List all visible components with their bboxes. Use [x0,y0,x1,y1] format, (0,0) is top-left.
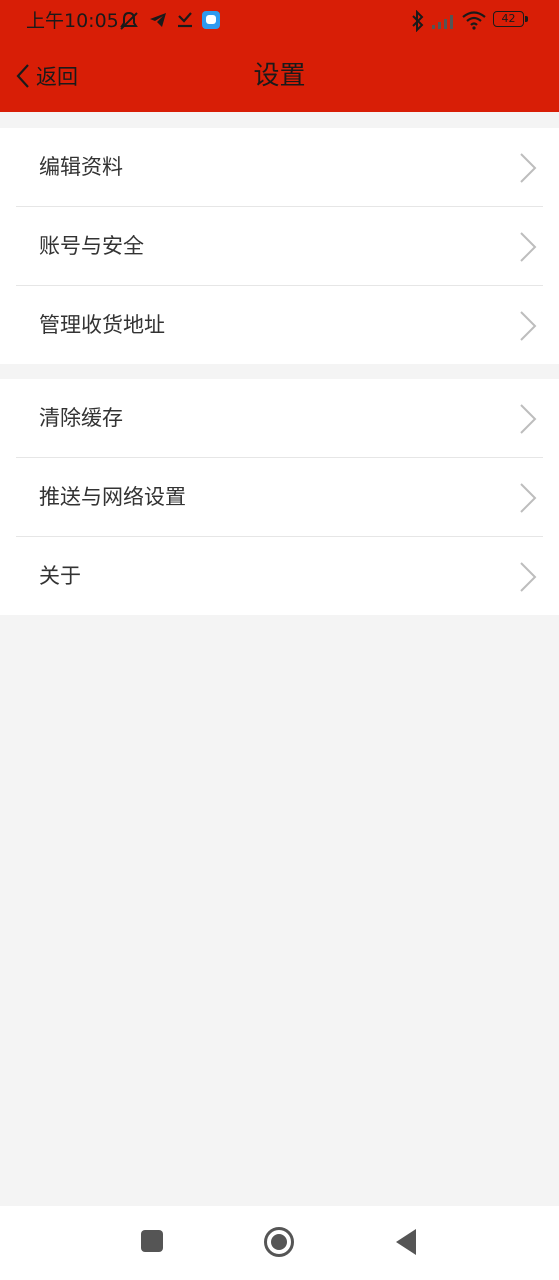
nav-bar: 返回 设置 [0,42,559,112]
chevron-right-icon [520,232,537,262]
settings-item-label: 账号与安全 [39,234,144,258]
top-bar: 上午10:05 42 返回 设置 [0,0,559,112]
chevron-right-icon [520,483,537,513]
settings-group-account: 编辑资料 账号与安全 管理收货地址 [0,128,559,364]
wifi-icon [462,11,486,30]
settings-item-clear-cache[interactable]: 清除缓存 [16,379,543,458]
settings-item-about[interactable]: 关于 [16,537,543,615]
muted-notification-icon [120,11,138,30]
settings-item-account-security[interactable]: 账号与安全 [16,207,543,286]
settings-item-label: 关于 [39,564,81,588]
recents-square-icon[interactable] [139,1228,165,1254]
status-time: 上午10:05 [26,10,119,32]
settings-group-system: 清除缓存 推送与网络设置 关于 [0,379,559,615]
settings-item-label: 推送与网络设置 [39,485,186,509]
telegram-icon [150,13,166,27]
battery-level: 42 [501,12,516,25]
chevron-right-icon [520,404,537,434]
chevron-right-icon [520,311,537,341]
page-title: 设置 [253,61,306,91]
settings-item-edit-profile[interactable]: 编辑资料 [16,128,543,207]
chevron-right-icon [520,562,537,592]
download-done-icon [178,12,192,28]
bluetooth-icon [412,10,424,32]
signal-icon [432,15,453,29]
app-notification-icon [202,11,220,29]
chevron-right-icon [520,153,537,183]
system-nav-bar [0,1206,559,1280]
settings-item-label: 编辑资料 [39,155,123,179]
home-circle-icon[interactable] [263,1226,295,1258]
settings-item-shipping-address[interactable]: 管理收货地址 [16,286,543,364]
settings-item-label: 清除缓存 [39,406,123,430]
battery-icon: 42 [493,11,529,29]
settings-item-label: 管理收货地址 [39,313,165,337]
status-bar: 上午10:05 42 [0,0,559,42]
back-triangle-icon[interactable] [393,1227,419,1257]
settings-item-push-network[interactable]: 推送与网络设置 [16,458,543,537]
